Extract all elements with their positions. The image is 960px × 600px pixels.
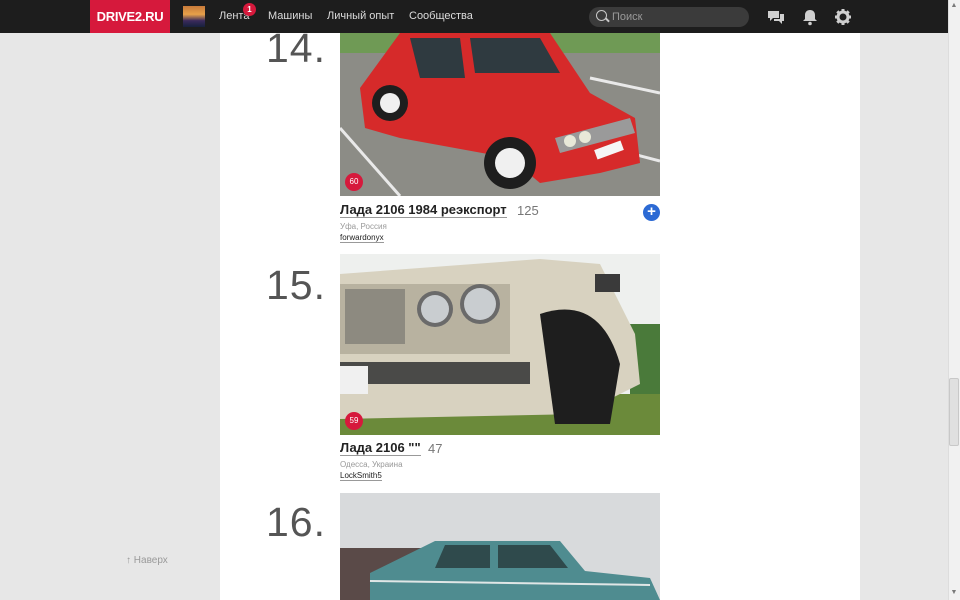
car-title[interactable]: Лада 2106 1984 реэкспорт	[340, 203, 507, 218]
likes-badge: 60	[345, 173, 363, 191]
car-photo[interactable]	[340, 254, 660, 435]
car-owner-link[interactable]: forwardonyx	[340, 233, 384, 243]
likes-badge: 59	[345, 412, 363, 430]
main-content: 14. 60 Лада 2106 1984 реэкспорт 125 + Уф…	[220, 33, 860, 600]
scrollbar[interactable]	[948, 0, 960, 600]
car-title[interactable]: Лада 2106 ""	[340, 441, 421, 456]
entry-rank: 15.	[266, 262, 326, 308]
bell-icon[interactable]	[801, 8, 819, 26]
scrollbar-thumb[interactable]	[949, 378, 959, 446]
car-location: Уфа, Россия	[340, 222, 387, 231]
car-location: Одесса, Украина	[340, 460, 403, 469]
car-rating-count: 125	[517, 203, 539, 218]
car-rating-count: 47	[428, 441, 443, 456]
back-to-top-link[interactable]: ↑ Наверх	[126, 555, 168, 566]
messages-icon[interactable]	[767, 8, 785, 26]
scroll-down-arrow-icon[interactable]: ▼	[949, 588, 959, 598]
back-to-top-label: Наверх	[133, 555, 168, 566]
site-logo[interactable]: DRIVE2.RU	[90, 0, 170, 33]
entry-rank: 16.	[266, 499, 326, 545]
gear-icon[interactable]	[834, 8, 852, 26]
feed-notification-badge: 1	[243, 3, 256, 16]
entry-rank: 14.	[266, 33, 326, 71]
add-button[interactable]: +	[643, 204, 660, 221]
search-input[interactable]	[612, 7, 742, 27]
car-photo[interactable]	[340, 33, 660, 196]
search-icon	[596, 10, 607, 21]
user-avatar[interactable]	[183, 6, 205, 27]
nav-communities[interactable]: Сообщества	[409, 0, 473, 33]
car-owner-link[interactable]: LockSmith5	[340, 471, 382, 481]
nav-experience[interactable]: Личный опыт	[327, 0, 394, 33]
scroll-up-arrow-icon[interactable]: ▲	[949, 1, 959, 11]
car-photo[interactable]	[340, 493, 660, 600]
nav-cars[interactable]: Машины	[268, 0, 312, 33]
arrow-up-icon: ↑	[126, 555, 134, 566]
